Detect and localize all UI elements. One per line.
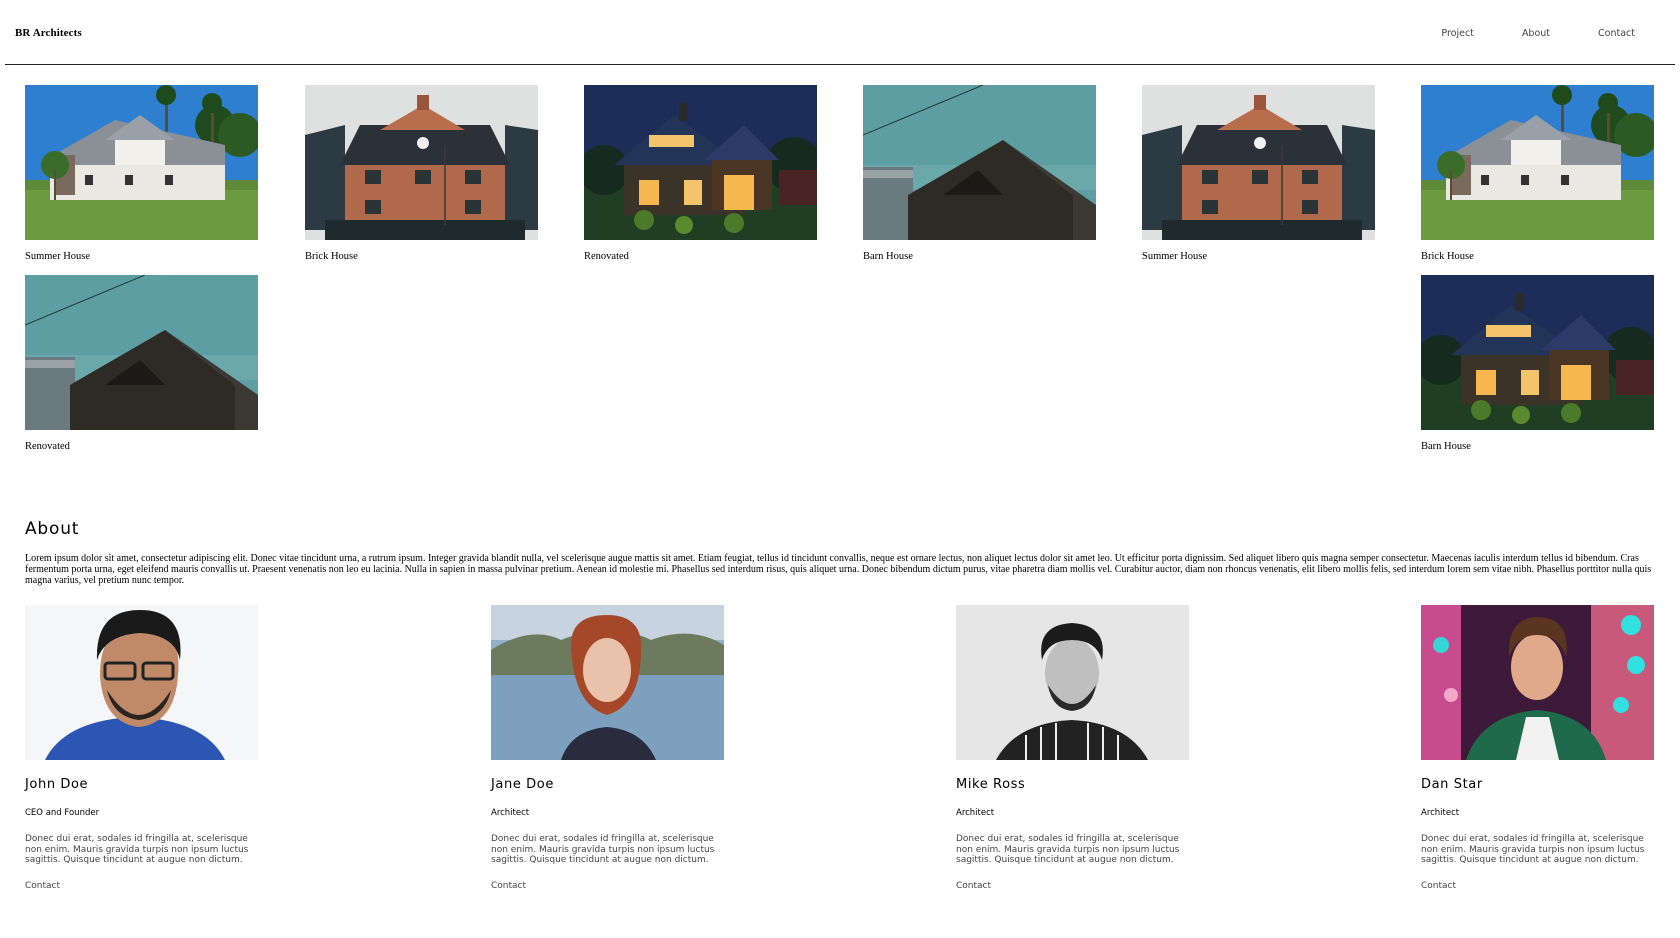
- nav-link-about[interactable]: About: [1522, 28, 1550, 39]
- project-caption: Brick House: [1421, 251, 1474, 262]
- member-bio: Donec dui erat, sodales id fringilla at,…: [25, 834, 249, 865]
- member-role: CEO and Founder: [25, 808, 100, 818]
- project-caption: Renovated: [25, 441, 70, 452]
- member-avatar: [491, 605, 724, 760]
- project-photo[interactable]: [25, 85, 258, 240]
- member-name: Jane Doe: [491, 777, 554, 792]
- member-contact-link[interactable]: Contact: [491, 881, 526, 891]
- member-name: Dan Star: [1421, 777, 1483, 792]
- member-avatar: [956, 605, 1189, 760]
- project-photo[interactable]: [863, 85, 1096, 240]
- member-name: John Doe: [25, 777, 89, 792]
- project-photo[interactable]: [1421, 85, 1654, 240]
- member-avatar: [1421, 605, 1654, 760]
- member-role: Architect: [956, 808, 995, 818]
- team-member-card: Jane Doe Architect Donec dui erat, sodal…: [491, 605, 731, 891]
- project-caption: Barn House: [863, 251, 913, 262]
- about-paragraph: Lorem ipsum dolor sit amet, consectetur …: [25, 553, 1652, 586]
- member-avatar: [25, 605, 258, 760]
- member-contact-link[interactable]: Contact: [1421, 881, 1456, 891]
- project-photo[interactable]: [305, 85, 538, 240]
- member-contact-link[interactable]: Contact: [25, 881, 60, 891]
- project-caption: Summer House: [25, 251, 91, 262]
- project-photo[interactable]: [1421, 275, 1654, 430]
- project-photo[interactable]: [25, 275, 258, 430]
- project-caption: Summer House: [1142, 251, 1208, 262]
- project-photo[interactable]: [584, 85, 817, 240]
- team-member-card: Mike Ross Architect Donec dui erat, soda…: [956, 605, 1196, 891]
- member-role: Architect: [1421, 808, 1460, 818]
- member-contact-link[interactable]: Contact: [956, 881, 991, 891]
- project-caption: Brick House: [305, 251, 358, 262]
- member-role: Architect: [491, 808, 530, 818]
- project-photo[interactable]: [1142, 85, 1375, 240]
- member-bio: Donec dui erat, sodales id fringilla at,…: [1421, 834, 1645, 865]
- nav-link-contact[interactable]: Contact: [1598, 28, 1635, 39]
- main-nav: Project About Contact: [1441, 28, 1635, 39]
- team-member-card: Dan Star Architect Donec dui erat, sodal…: [1421, 605, 1661, 891]
- site-header: BR Architects Project About Contact: [5, 0, 1675, 65]
- project-caption: Renovated: [584, 251, 629, 262]
- project-caption: Barn House: [1421, 441, 1471, 452]
- team-member-card: John Doe CEO and Founder Donec dui erat,…: [25, 605, 265, 891]
- about-heading: About: [25, 519, 80, 539]
- brand-logo[interactable]: BR Architects: [15, 27, 82, 39]
- member-bio: Donec dui erat, sodales id fringilla at,…: [491, 834, 715, 865]
- member-name: Mike Ross: [956, 777, 1026, 792]
- nav-link-project[interactable]: Project: [1441, 28, 1474, 39]
- member-bio: Donec dui erat, sodales id fringilla at,…: [956, 834, 1180, 865]
